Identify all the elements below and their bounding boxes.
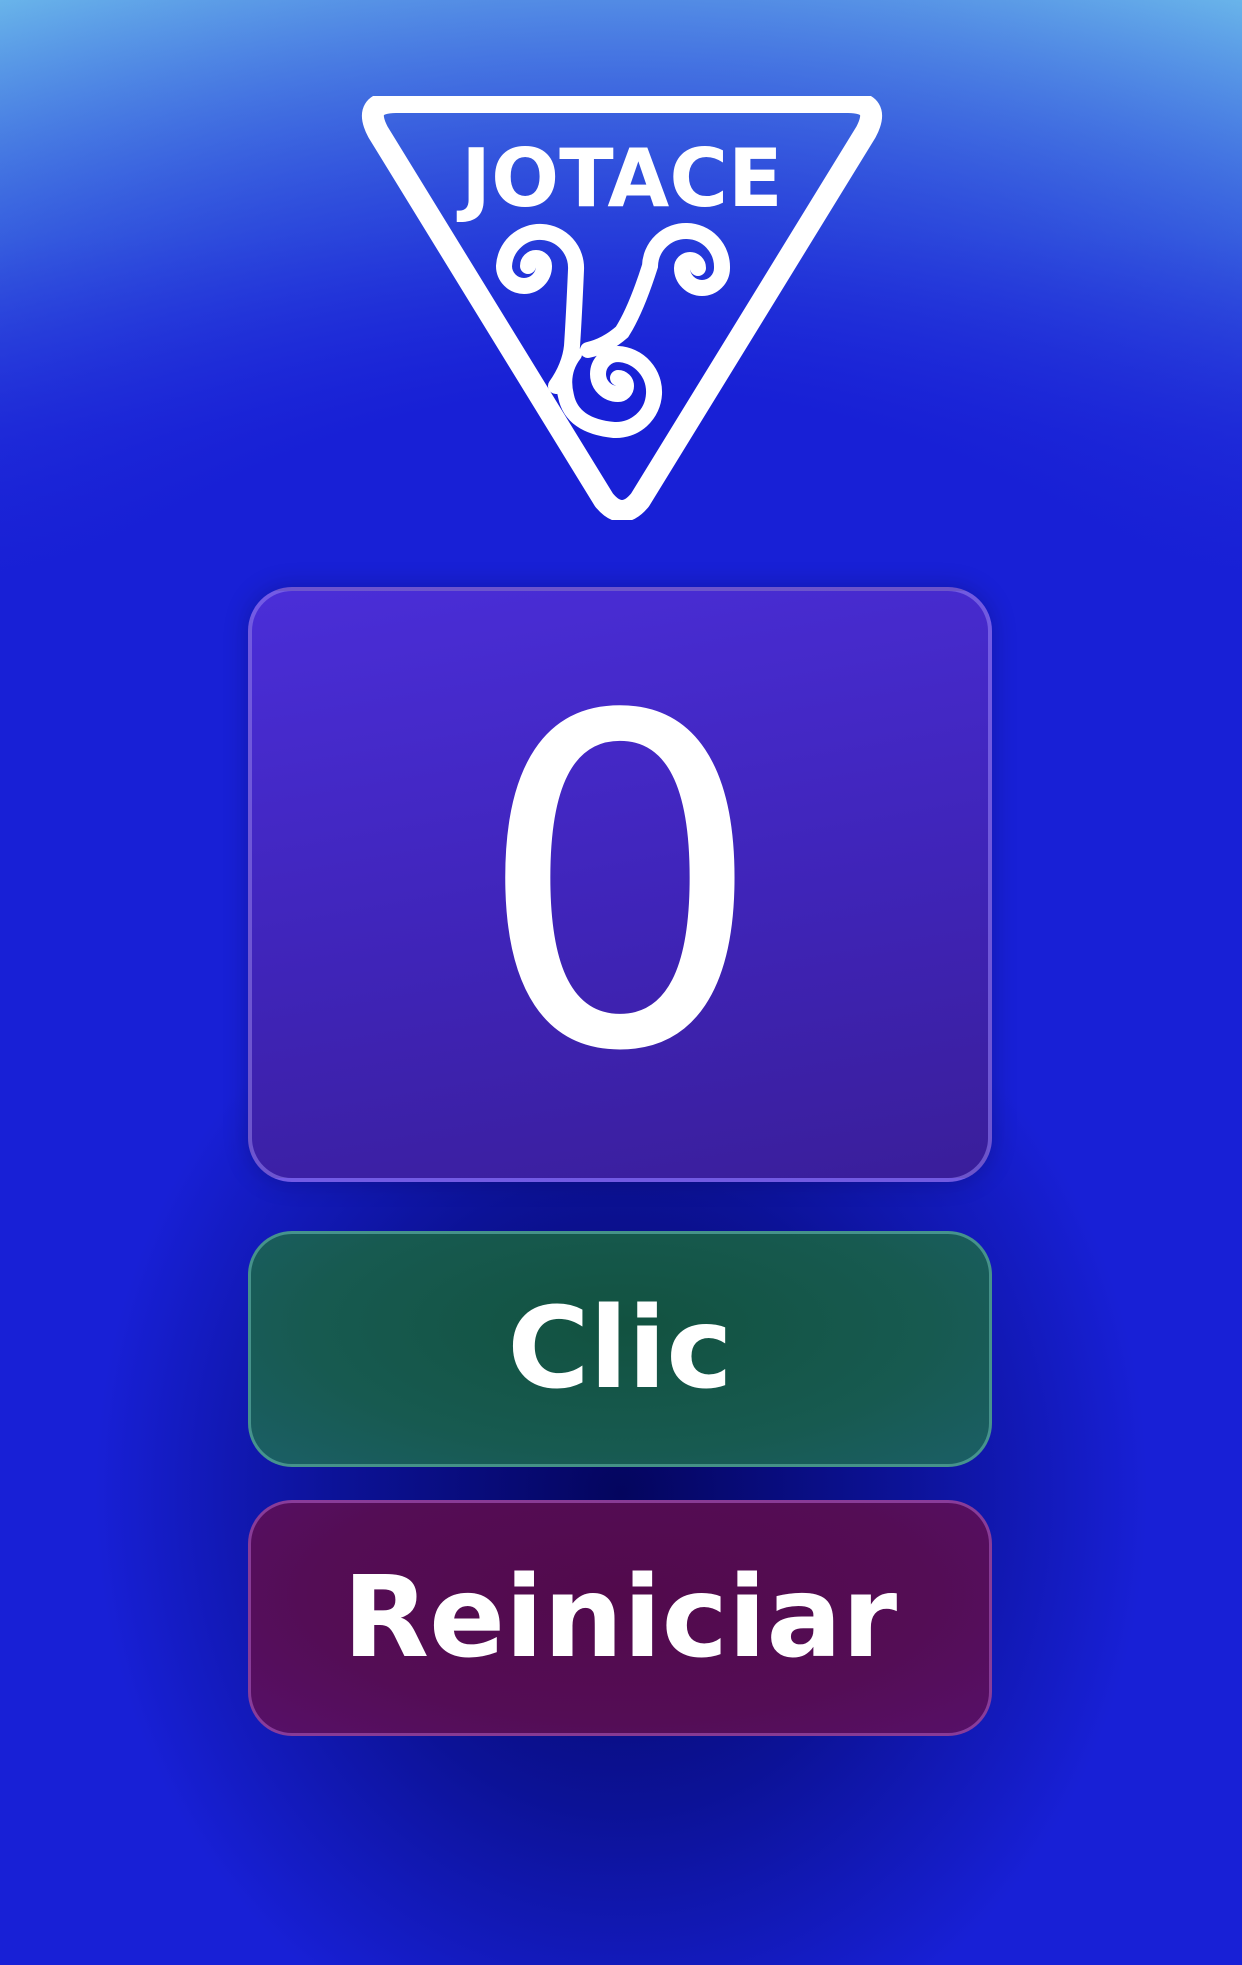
reset-button[interactable]: Reiniciar [248, 1500, 992, 1736]
logo-text: JOTACE [456, 132, 782, 225]
triskelion-triangle-logo-icon: JOTACE [362, 96, 882, 520]
click-button-label: Clic [507, 1284, 733, 1414]
click-button[interactable]: Clic [248, 1231, 992, 1467]
reset-button-label: Reiniciar [342, 1553, 898, 1683]
counter-display: 0 [248, 587, 992, 1182]
counter-value: 0 [475, 622, 765, 1151]
jotace-logo: JOTACE [360, 96, 884, 520]
